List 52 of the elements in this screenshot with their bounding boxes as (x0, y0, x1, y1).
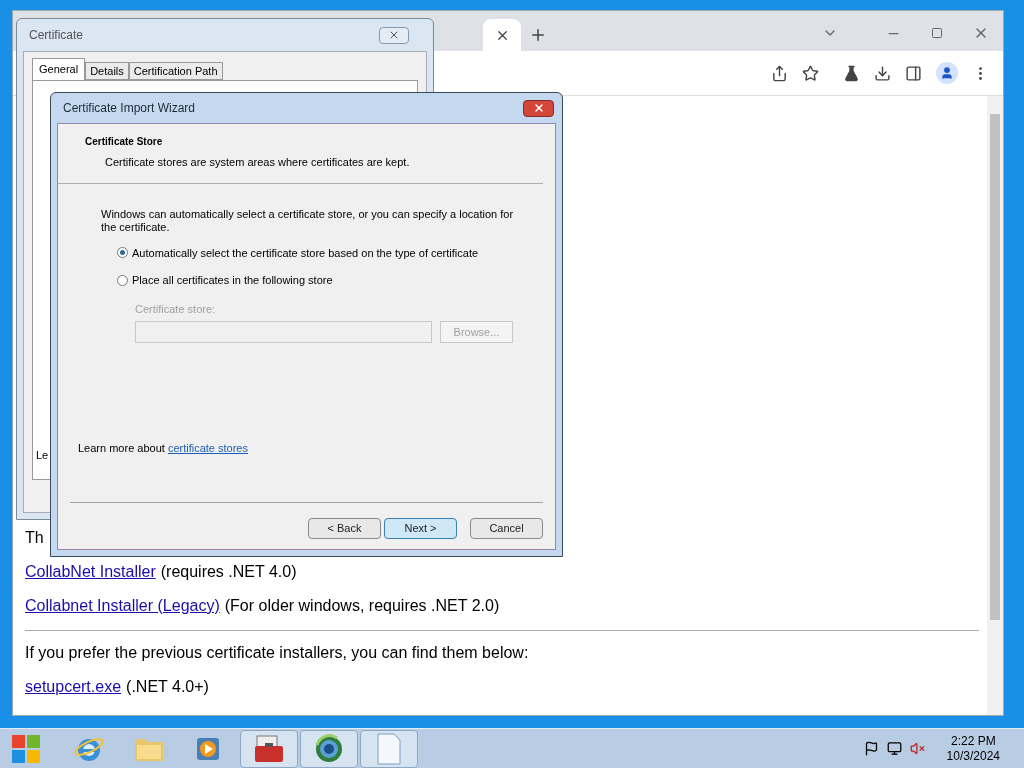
profile-avatar[interactable] (936, 62, 958, 84)
close-icon[interactable] (532, 102, 545, 114)
clock-time[interactable]: 2:22 PM (950, 733, 996, 749)
certificate-stores-link[interactable]: certificate stores (167, 441, 248, 454)
radio-option[interactable]: Automatically select the certificate store based on the type of certificate (117, 244, 479, 261)
new-tab-icon[interactable] (529, 26, 547, 44)
wizard-button[interactable]: < Back (308, 518, 381, 539)
document-icon (376, 732, 402, 765)
window-title: Certificate (29, 27, 84, 44)
page-text: If you prefer the previous certificate installers, you can find them below: (25, 643, 530, 663)
scrollbar[interactable] (987, 96, 1003, 715)
close-button[interactable] (523, 99, 554, 117)
download-link[interactable]: Collabnet Installer (Legacy) (25, 596, 220, 616)
link-note: (For older windows, requires .NET 2.0) (224, 596, 500, 616)
learn-more-text: Learn more about certificate stores (78, 440, 248, 456)
flask-icon[interactable] (843, 64, 860, 82)
link-note: (.NET 4.0+) (126, 677, 209, 697)
taskbar-button[interactable] (240, 729, 298, 768)
cut-text: Le (36, 447, 49, 463)
link-note: (requires .NET 4.0) (160, 562, 297, 582)
share-icon[interactable] (771, 64, 788, 82)
close-button[interactable] (379, 26, 409, 44)
start-button-icon[interactable] (10, 732, 42, 765)
page-text: Th (25, 528, 44, 548)
step-description: Certificate stores are system areas where certificates are kept. (105, 155, 411, 170)
download-link[interactable]: CollabNet Installer (25, 562, 156, 582)
wizard-button[interactable]: Cancel (470, 518, 543, 539)
bookmark-star-icon[interactable] (802, 64, 819, 82)
network-icon[interactable] (886, 741, 902, 756)
download-icon[interactable] (874, 64, 891, 82)
globe-icon (313, 732, 345, 765)
dialog-tab[interactable]: Details (85, 62, 129, 80)
dialog-tab[interactable]: General (32, 58, 86, 80)
side-panel-icon[interactable] (905, 64, 922, 82)
step-heading: Certificate Store (85, 135, 164, 149)
toolbox-icon (253, 733, 285, 764)
taskbar-button[interactable] (300, 729, 358, 768)
radio-button[interactable] (117, 274, 128, 286)
maximize-icon[interactable] (931, 27, 943, 39)
radio-button[interactable] (117, 247, 128, 259)
intro-text: Windows can automatically select a certificate store, or you can specify a location for the certificate. (101, 207, 515, 234)
close-icon[interactable] (388, 29, 400, 41)
clock-date[interactable]: 10/3/2024 (946, 748, 1000, 764)
radio-option[interactable]: Place all certificates in the following store (117, 272, 333, 289)
download-link[interactable]: setupcert.exe (25, 677, 122, 697)
certificate-store-field[interactable] (135, 321, 432, 343)
flag-icon[interactable] (863, 741, 879, 756)
field-label: Certificate store: (135, 301, 217, 317)
window-title: Certificate Import Wizard (63, 100, 196, 117)
dialog-tab[interactable]: Certification Path (128, 62, 223, 80)
speaker-muted-icon[interactable] (909, 741, 925, 756)
wizard-button[interactable]: Next > (384, 518, 457, 539)
